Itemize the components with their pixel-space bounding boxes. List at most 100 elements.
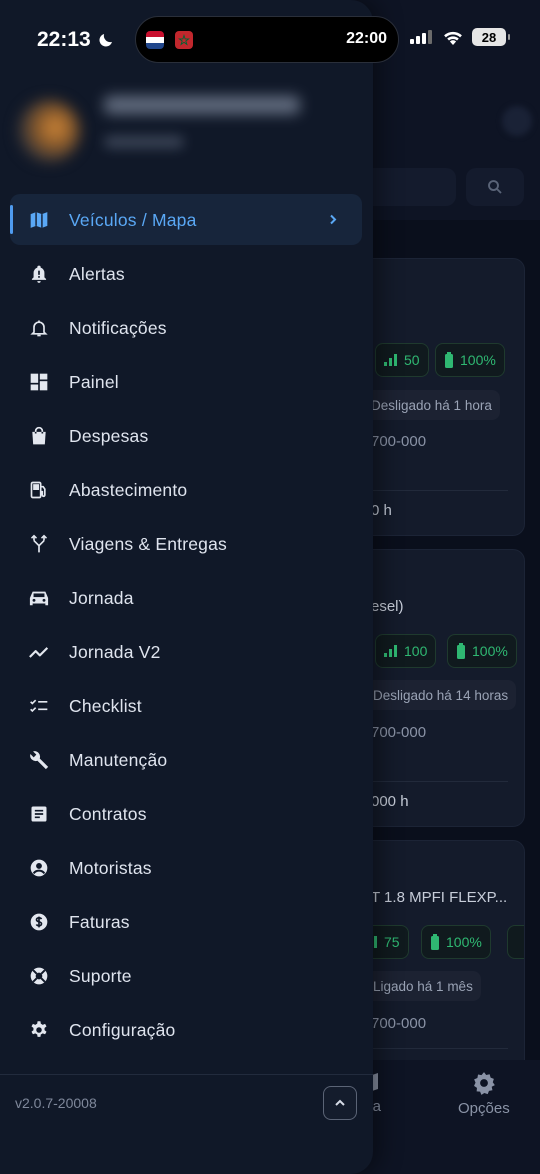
status-time: 22:13 (37, 28, 115, 52)
odometer-value: 700-000 (371, 1015, 427, 1032)
drawer-menu: Veículos / Mapa Alertas Notificações Pai… (0, 193, 373, 1057)
dollar-circle-icon (28, 911, 50, 933)
menu-item-label: Alertas (69, 263, 125, 284)
island-time: 22:00 (346, 30, 387, 47)
collapse-button[interactable] (323, 1086, 357, 1120)
lifebuoy-icon (28, 965, 50, 987)
battery-level: 28 (481, 29, 497, 45)
menu-item-label: Suporte (69, 965, 132, 986)
search-icon (488, 180, 502, 194)
netherlands-flag-icon (146, 31, 164, 49)
profile-subtitle-redacted (104, 136, 184, 148)
menu-item-dashboard[interactable]: Painel (0, 355, 373, 409)
battery-chip: 100% (421, 925, 491, 959)
menu-item-checklist[interactable]: Checklist (0, 679, 373, 733)
signal-value: 50 (404, 352, 420, 368)
map-icon (28, 209, 50, 231)
battery-icon (445, 352, 453, 368)
odometer-value: 700-000 (371, 433, 427, 450)
menu-item-journey[interactable]: Jornada (0, 571, 373, 625)
menu-item-drivers[interactable]: Motoristas (0, 841, 373, 895)
cellular-signal-icon (410, 30, 432, 44)
document-icon (28, 803, 50, 825)
gear-icon (28, 1019, 50, 1041)
menu-item-label: Abastecimento (69, 479, 188, 500)
system-icons: 28 (410, 28, 510, 46)
menu-item-label: Configuração (69, 1019, 176, 1040)
route-fork-icon (28, 533, 50, 555)
vehicle-model: esel) (371, 598, 404, 615)
menu-item-notifications[interactable]: Notificações (0, 301, 373, 355)
signal-chip: 100 (375, 634, 437, 668)
background-header-button (502, 106, 532, 136)
menu-item-label: Manutenção (69, 749, 168, 770)
menu-item-label: Jornada (69, 587, 134, 608)
menu-item-vehicles-map[interactable]: Veículos / Mapa (0, 193, 373, 247)
chevron-up-icon (335, 1099, 345, 1106)
battery-chip: 100% (435, 343, 505, 377)
battery-icon (457, 643, 465, 659)
dashboard-icon (28, 371, 50, 393)
chevron-right-icon (327, 210, 339, 231)
menu-item-fueling[interactable]: Abastecimento (0, 463, 373, 517)
menu-item-label: Contratos (69, 803, 147, 824)
menu-item-label: Motoristas (69, 857, 152, 878)
battery-indicator: 28 (472, 28, 510, 46)
menu-item-contracts[interactable]: Contratos (0, 787, 373, 841)
menu-item-settings[interactable]: Configuração (0, 1003, 373, 1057)
avatar (18, 100, 80, 162)
menu-item-label: Painel (69, 371, 119, 392)
wrench-icon (28, 749, 50, 771)
menu-item-label: Veículos / Mapa (69, 209, 197, 230)
bottom-nav-options: Opções (458, 1070, 510, 1117)
profile-header[interactable] (14, 92, 354, 172)
menu-item-label: Faturas (69, 911, 130, 932)
signal-chip: 50 (375, 343, 429, 377)
status-badge: Ligado há 1 mês (365, 971, 481, 1001)
trend-line-icon (28, 641, 50, 663)
gear-icon (473, 1072, 495, 1095)
fuel-pump-icon (28, 479, 50, 501)
dynamic-island[interactable]: 22:00 (135, 16, 399, 63)
status-time-text: 22:13 (37, 28, 91, 51)
user-circle-icon (28, 857, 50, 879)
hours-value: 000 h (371, 793, 409, 810)
status-bar: 22:13 22:00 28 (0, 0, 540, 80)
menu-item-expenses[interactable]: Despesas (0, 409, 373, 463)
bell-outline-icon (28, 317, 50, 339)
menu-item-trips-deliveries[interactable]: Viagens & Entregas (0, 517, 373, 571)
battery-chip: 100% (447, 634, 517, 668)
signal-value: 75 (384, 934, 400, 950)
signal-icon (374, 936, 377, 948)
checklist-icon (28, 695, 50, 717)
menu-item-journey-v2[interactable]: Jornada V2 (0, 625, 373, 679)
signal-icon (384, 645, 397, 657)
car-icon (28, 587, 50, 609)
divider (0, 1074, 373, 1075)
battery-icon (431, 934, 439, 950)
menu-item-alerts[interactable]: Alertas (0, 247, 373, 301)
menu-item-label: Jornada V2 (69, 641, 161, 662)
menu-item-invoices[interactable]: Faturas (0, 895, 373, 949)
navigation-drawer: Veículos / Mapa Alertas Notificações Pai… (0, 0, 373, 1174)
battery-value: 100% (446, 934, 482, 950)
wifi-icon (444, 31, 462, 45)
morocco-flag-icon (175, 31, 193, 49)
extra-chip (507, 925, 524, 959)
shopping-bag-icon (28, 425, 50, 447)
background-search-button (466, 168, 524, 206)
signal-icon (384, 354, 397, 366)
menu-item-label: Despesas (69, 425, 149, 446)
vehicle-model: T 1.8 MPFI FLEXP... (371, 889, 508, 906)
menu-item-support[interactable]: Suporte (0, 949, 373, 1003)
moon-icon (99, 34, 112, 47)
battery-value: 100% (472, 643, 508, 659)
status-badge: Desligado há 1 hora (363, 390, 500, 420)
profile-name-redacted (104, 96, 300, 114)
menu-item-label: Viagens & Entregas (69, 533, 227, 554)
menu-item-maintenance[interactable]: Manutenção (0, 733, 373, 787)
app-version: v2.0.7-20008 (15, 1095, 97, 1111)
odometer-value: 700-000 (371, 724, 427, 741)
signal-value: 100 (404, 643, 428, 659)
status-badge: Desligado há 14 horas (365, 680, 517, 710)
